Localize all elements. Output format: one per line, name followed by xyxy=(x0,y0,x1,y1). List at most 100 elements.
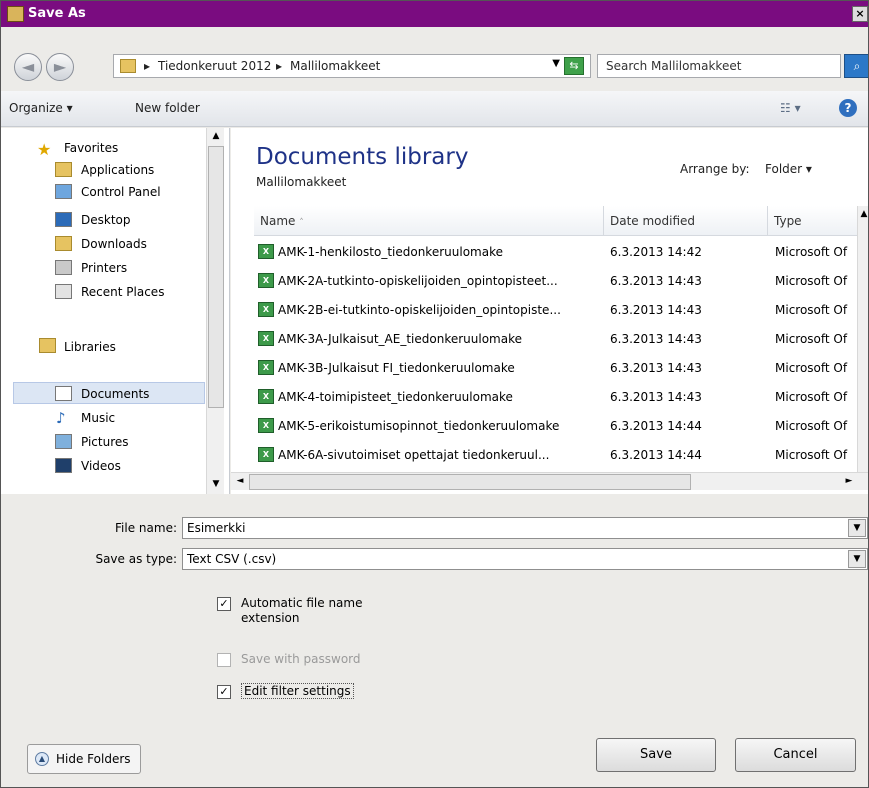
file-row[interactable]: X AMK-5-erikoistumisopinnot_tiedonkeruul… xyxy=(254,412,858,440)
chevron-down-icon[interactable]: ▼ xyxy=(848,550,866,568)
control-panel-icon xyxy=(55,184,72,199)
save-with-password-label: Save with password xyxy=(241,652,361,666)
file-name-label: File name: xyxy=(115,521,177,535)
nav-item-applications[interactable]: Applications xyxy=(81,163,154,177)
nav-scroll-thumb[interactable] xyxy=(208,146,224,408)
file-row[interactable]: X AMK-4-toimipisteet_tiedonkeruulomake 6… xyxy=(254,383,858,411)
star-icon: ★ xyxy=(37,140,52,159)
file-date: 6.3.2013 14:43 xyxy=(610,274,702,288)
auto-extension-checkbox[interactable]: ✓ xyxy=(217,597,231,611)
chevron-down-icon[interactable]: ▼ xyxy=(848,519,866,537)
file-row[interactable]: X AMK-2B-ei-tutkinto-opiskelijoiden_opin… xyxy=(254,296,858,324)
excel-file-icon: X xyxy=(258,418,274,433)
scroll-up-icon[interactable]: ▲ xyxy=(208,128,224,144)
save-button[interactable]: Save xyxy=(596,738,716,772)
excel-file-icon: X xyxy=(258,447,274,462)
scroll-left-icon[interactable]: ◄ xyxy=(232,473,248,489)
file-type: Microsoft Of xyxy=(775,419,848,433)
collapse-icon: ▲ xyxy=(35,752,49,766)
libraries-icon xyxy=(39,338,56,353)
search-icon[interactable]: ⌕ xyxy=(844,54,868,78)
file-name: AMK-3B-Julkaisut FI_tiedonkeruulomake xyxy=(278,361,515,375)
excel-file-icon: X xyxy=(258,273,274,288)
nav-item-control-panel[interactable]: Control Panel xyxy=(81,185,161,199)
breadcrumb-separator-icon: ▸ xyxy=(144,59,151,73)
file-row[interactable]: X AMK-6A-sivutoimiset opettajat tiedonke… xyxy=(254,441,858,469)
nav-libraries[interactable]: Libraries xyxy=(64,340,116,354)
file-list: X AMK-1-henkilosto_tiedonkeruulomake 6.3… xyxy=(254,238,858,471)
file-row[interactable]: X AMK-2A-tutkinto-opiskelijoiden_opintop… xyxy=(254,267,858,295)
save-icon xyxy=(7,6,24,22)
nav-item-downloads[interactable]: Downloads xyxy=(81,237,147,251)
column-type[interactable]: Type xyxy=(768,206,858,236)
scroll-down-icon[interactable]: ▼ xyxy=(208,476,224,492)
nav-item-pictures[interactable]: Pictures xyxy=(81,435,129,449)
column-date-modified[interactable]: Date modified xyxy=(604,206,768,236)
file-name: AMK-2A-tutkinto-opiskelijoiden_opintopis… xyxy=(278,274,558,288)
edit-filter-checkbox[interactable]: ✓ xyxy=(217,685,231,699)
scroll-up-icon[interactable]: ▲ xyxy=(856,206,868,222)
file-type: Microsoft Of xyxy=(775,332,848,346)
file-name: AMK-5-erikoistumisopinnot_tiedonkeruulom… xyxy=(278,419,560,433)
nav-item-printers[interactable]: Printers xyxy=(81,261,127,275)
file-name-field[interactable]: Esimerkki ▼ xyxy=(182,517,868,539)
horizontal-scroll-thumb[interactable] xyxy=(249,474,691,490)
chevron-down-icon[interactable]: ▼ xyxy=(552,58,560,69)
file-name: AMK-1-henkilosto_tiedonkeruulomake xyxy=(278,245,503,259)
printer-icon xyxy=(55,260,72,275)
file-row[interactable]: X AMK-1-henkilosto_tiedonkeruulomake 6.3… xyxy=(254,238,858,266)
breadcrumb-item[interactable]: Tiedonkeruut 2012 xyxy=(158,59,271,73)
organize-button[interactable]: Organize ▾ xyxy=(9,101,73,115)
file-name: AMK-6A-sivutoimiset opettajat tiedonkeru… xyxy=(278,448,550,462)
hide-folders-button[interactable]: ▲ Hide Folders xyxy=(27,744,141,774)
nav-item-desktop[interactable]: Desktop xyxy=(81,213,131,227)
file-date: 6.3.2013 14:44 xyxy=(610,448,702,462)
save-with-password-checkbox[interactable] xyxy=(217,653,231,667)
file-name-value: Esimerkki xyxy=(187,521,246,535)
hide-folders-label: Hide Folders xyxy=(56,752,131,766)
nav-scrollbar[interactable]: ▲ ▼ xyxy=(206,128,224,494)
search-input[interactable]: Search Mallilomakkeet xyxy=(597,54,841,78)
recent-places-icon xyxy=(55,284,72,299)
file-row[interactable]: X AMK-3B-Julkaisut FI_tiedonkeruulomake … xyxy=(254,354,858,382)
scroll-right-icon[interactable]: ► xyxy=(841,473,857,489)
file-type: Microsoft Of xyxy=(775,274,848,288)
nav-item-music[interactable]: Music xyxy=(81,411,115,425)
file-type: Microsoft Of xyxy=(775,448,848,462)
file-row[interactable]: X AMK-3A-Julkaisut_AE_tiedonkeruulomake … xyxy=(254,325,858,353)
view-options-icon[interactable]: ☷ ▾ xyxy=(780,101,801,115)
close-button[interactable]: × xyxy=(852,6,868,22)
cancel-button[interactable]: Cancel xyxy=(735,738,856,772)
nav-item-videos[interactable]: Videos xyxy=(81,459,121,473)
excel-file-icon: X xyxy=(258,389,274,404)
file-list-vertical-scrollbar[interactable]: ▲ ▼ xyxy=(856,206,868,486)
auto-extension-label: Automatic file name xyxy=(241,596,363,610)
save-type-select[interactable]: Text CSV (.csv) ▼ xyxy=(182,548,868,570)
column-name[interactable]: Name ˄ xyxy=(254,206,604,236)
folder-icon xyxy=(55,162,72,177)
refresh-button[interactable]: ⇆ xyxy=(564,57,584,75)
breadcrumb[interactable]: ▸ Tiedonkeruut 2012 ▸ Mallilomakkeet ▼ ⇆ xyxy=(113,54,591,78)
arrange-by-dropdown[interactable]: Folder ▾ xyxy=(765,162,812,176)
file-list-horizontal-scrollbar[interactable]: ◄ ► xyxy=(231,472,868,490)
column-name-label: Name xyxy=(260,214,296,228)
file-date: 6.3.2013 14:44 xyxy=(610,419,702,433)
library-title: Documents library xyxy=(256,144,469,170)
nav-favorites[interactable]: Favorites xyxy=(64,141,118,155)
pictures-icon xyxy=(55,434,72,449)
breadcrumb-item[interactable]: Mallilomakkeet xyxy=(290,59,380,73)
command-bar: Organize ▾ New folder ☷ ▾ ? xyxy=(1,91,868,127)
excel-file-icon: X xyxy=(258,331,274,346)
downloads-icon xyxy=(55,236,72,251)
back-button[interactable]: ◄ xyxy=(14,53,42,81)
nav-item-recent-places[interactable]: Recent Places xyxy=(81,285,164,299)
window-title: Save As xyxy=(28,6,86,21)
library-subtitle: Mallilomakkeet xyxy=(256,175,347,189)
nav-item-documents[interactable]: Documents xyxy=(81,387,149,401)
help-icon[interactable]: ? xyxy=(839,99,857,117)
forward-button[interactable]: ► xyxy=(46,53,74,81)
file-type: Microsoft Of xyxy=(775,361,848,375)
navigation-pane: ★ Favorites Applications Control Panel D… xyxy=(1,128,230,494)
new-folder-button[interactable]: New folder xyxy=(135,101,200,115)
excel-file-icon: X xyxy=(258,360,274,375)
